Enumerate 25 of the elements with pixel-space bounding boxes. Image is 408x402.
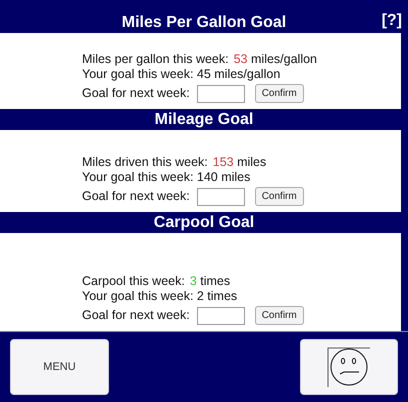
current-reading: 153 miles [212, 155, 266, 170]
goal-text: Your goal this week: 140 miles [82, 170, 250, 185]
current-reading: 53 miles/gallon [234, 52, 318, 67]
confirm-button[interactable]: Confirm [254, 306, 304, 325]
current-label: Miles per gallon this week: [82, 52, 229, 67]
menu-button[interactable]: MENU [10, 339, 109, 395]
goal-input[interactable] [196, 84, 245, 102]
mood-button[interactable] [300, 339, 398, 395]
section-title: Mileage Goal [154, 110, 254, 128]
goal-text: Your goal this week: 2 times [82, 289, 238, 304]
section-title: Carpool Goal [154, 214, 254, 232]
sad-face-icon [327, 347, 371, 387]
confirm-button[interactable]: Confirm [254, 187, 304, 206]
goal-input[interactable] [196, 188, 245, 206]
goal-input[interactable] [196, 306, 245, 324]
next-goal-label: Goal for next week: [82, 189, 190, 204]
next-goal-label: Goal for next week: [82, 308, 190, 323]
section-title: Miles Per Gallon Goal [122, 14, 286, 32]
current-label: Miles driven this week: [82, 155, 208, 170]
current-reading: 3 times [190, 274, 230, 289]
next-goal-label: Goal for next week: [82, 86, 190, 101]
current-label: Carpool this week: [82, 274, 185, 289]
help-link[interactable]: [?] [382, 12, 402, 30]
goal-text: Your goal this week: 45 miles/gallon [82, 67, 280, 82]
confirm-button[interactable]: Confirm [254, 84, 304, 103]
